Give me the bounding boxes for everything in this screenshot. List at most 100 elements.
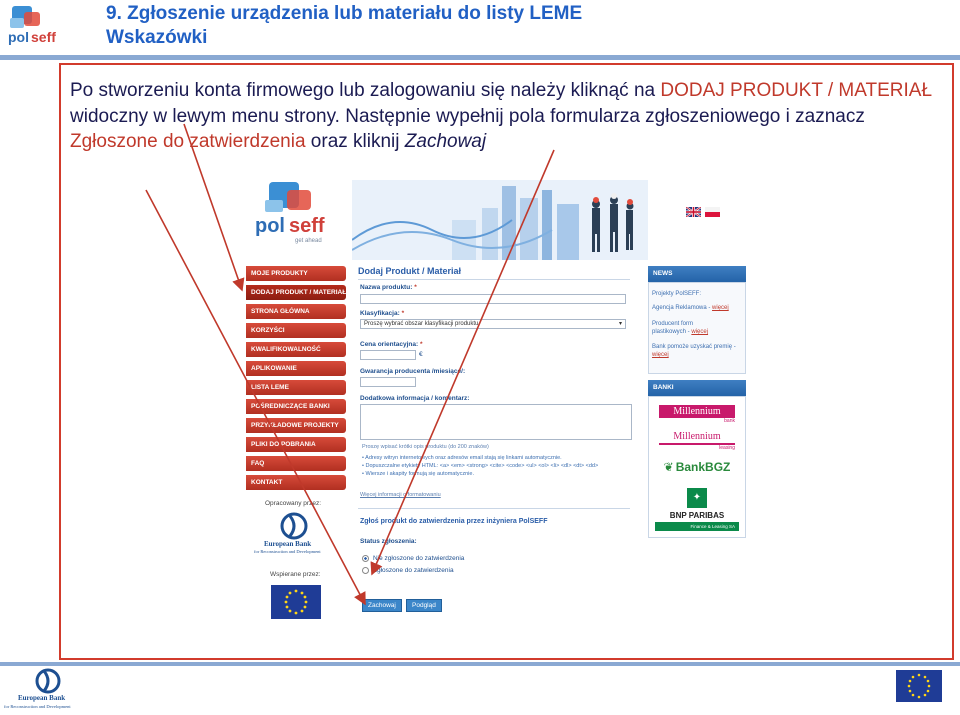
prepared-by-label: Opracowany przez: [265,500,321,507]
char-limit-hint: Proszę wpisać krótki opis produktu (do 2… [362,444,489,450]
eu-flag-icon [271,585,321,619]
instructions-highlight-submitted: Zgłoszone do zatwierdzenia [70,131,306,152]
slide-title: 9. Zgłoszenie urządzenia lub materiału d… [106,2,582,50]
radio-unselected-icon[interactable] [362,567,369,574]
bank-name: Millennium [659,430,735,445]
sidebar-item[interactable]: DODAJ PRODUKT / MATERIAŁ [246,285,346,300]
sidebar-item[interactable]: LISTA LEME [246,380,346,395]
formatting-tip: • Adresy witryn internetowych oraz adres… [362,454,632,462]
product-name-input[interactable] [360,294,626,304]
form-title-divider [358,279,630,280]
bank-name: Millennium [659,404,735,418]
sidebar-item[interactable]: POŚREDNICZĄCE BANKI [246,399,346,414]
classification-select[interactable]: Proszę wybrać obszar klasyfikacji produk… [360,319,626,329]
polish-flag-icon[interactable] [705,207,720,217]
price-input[interactable] [360,350,416,360]
svg-text:seff: seff [31,29,56,45]
chevron-down-icon: ▾ [618,321,622,327]
status-option-label: Zgłoszone do zatwierdzenia [373,567,454,574]
millennium-bank-logo[interactable]: Millennium bank [652,402,742,426]
english-flag-icon[interactable] [686,207,701,217]
formatting-tips: • Adresy witryn internetowych oraz adres… [362,454,632,478]
bnp-stars-icon: ✦ [687,487,707,508]
slide-title-line2: Wskazówki [106,27,208,48]
sidebar-item[interactable]: KORZYŚCI [246,323,346,338]
formatting-tip-text: Dopuszczalne etykiety HTML: <a> <em> <st… [365,463,599,469]
instructions-part2: widoczny w lewym menu strony. Następnie … [70,105,865,127]
formatting-tip-text: Adresy witryn internetowych oraz adresów… [365,455,562,461]
news-header: NEWS [648,266,746,282]
form-title: Dodaj Produkt / Materiał [358,266,462,276]
formatting-tip: • Wiersze i akapity formują się automaty… [362,470,632,478]
svg-text:pol: pol [8,29,29,45]
sidebar-menu: MOJE PRODUKTY DODAJ PRODUKT / MATERIAŁ STR… [246,266,346,494]
news-item: Projekty PolSEFF: [652,291,702,297]
formatting-info-link[interactable]: Więcej informacji o formatowaniu [360,492,441,499]
polseff-slide-logo: pol seff [6,4,62,50]
svg-text:seff: seff [289,215,325,237]
radio-selected-icon[interactable] [362,555,369,562]
footer-eu-flag-icon [896,670,942,702]
warranty-input[interactable] [360,377,416,387]
footer-rule [0,662,960,666]
polseff-site-logo[interactable]: pol seff get ahead [251,180,343,246]
status-option-not-submitted[interactable]: Nie zgłoszone do zatwierdzenia [362,555,464,562]
instructions-highlight-add-product: DODAJ PRODUKT / MATERIAŁ [660,80,933,101]
bank-name: BNP PARIBAS [669,510,725,520]
sidebar-item[interactable]: MOJE PRODUKTY [246,266,346,281]
classification-select-value: Proszę wybrać obszar klasyfikacji produk… [364,321,479,327]
preview-button[interactable]: Podgląd [406,599,442,612]
sidebar-item[interactable]: PLIKI DO POBRANIA [246,437,346,452]
instructions-text: Po stworzeniu konta firmowego lub zalogo… [70,78,940,155]
status-option-submitted[interactable]: Zgłoszone do zatwierdzenia [362,567,454,574]
bank-sub: Finance & Leasing SA [655,521,739,531]
sidebar-item[interactable]: FAQ [246,456,346,471]
sidebar-item[interactable]: STRONA GŁÓWNA [246,304,346,319]
status-option-label: Nie zgłoszone do zatwierdzenia [373,555,465,562]
supported-by-label: Wspierane przez: [270,571,321,578]
extra-info-textarea[interactable] [360,404,632,440]
product-name-label: Nazwa produktu: * [360,284,417,291]
bank-sub: bank [724,417,735,424]
submit-section-title: Zgłoś produkt do zatwierdzenia przez inż… [360,518,548,525]
classification-label: Klasyfikacja: * [360,310,405,317]
svg-text:get ahead: get ahead [295,238,322,244]
ebrd-subtitle: for Reconstruction and Development [254,549,321,554]
bgz-leaf-icon: ❦ [663,460,674,474]
svg-text:pol: pol [255,215,285,237]
bnp-paribas-logo[interactable]: ✦ BNP PARIBAS Finance & Leasing SA [652,484,742,534]
bank-bgz-logo[interactable]: ❦ BankBGZ [652,456,742,478]
header-rule [0,55,960,60]
save-button[interactable]: Zachowaj [362,599,402,612]
ebrd-logo: European Bank for Reconstruction and Dev… [254,512,334,560]
news-item[interactable]: Producent form plastikowych - więcej [652,320,722,336]
ebrd-name: European Bank [264,540,312,548]
sidebar-item[interactable]: KWALIFIKOWALNOŚĆ [246,342,346,357]
slide-title-line1: 9. Zgłoszenie urządzenia lub materiału d… [106,3,583,24]
news-item[interactable]: Bank pomoże uzyskać premię - więcej [652,343,744,359]
instructions-part1: Po stworzeniu konta firmowego lub zalogo… [70,80,661,101]
extra-info-label: Dodatkowa informacja / komentarz: [360,395,470,402]
formatting-tip-text: Wiersze i akapity formują się automatycz… [365,471,474,477]
sidebar-item[interactable]: KONTAKT [246,475,346,490]
sidebar-item[interactable]: APLIKOWANIE [246,361,346,376]
millennium-leasing-logo[interactable]: Millennium leasing [652,428,742,452]
news-item[interactable]: Agencja Reklamowa - więcej [652,304,744,312]
banks-header: BANKI [648,380,746,396]
status-label: Status zgłoszenia: [360,538,417,545]
submit-section-divider [358,508,630,509]
sidebar-item[interactable]: PRZYKŁADOWE PROJEKTY [246,418,346,433]
price-label: Cena orientacyjna: * [360,341,423,348]
currency-symbol: € [419,351,423,358]
language-flags [686,207,720,217]
bank-sub: leasing [719,444,735,451]
formatting-tip: • Dopuszczalne etykiety HTML: <a> <em> <… [362,462,632,470]
footer-ebrd-logo: European Bank for Reconstruction and Dev… [4,668,94,712]
instructions-highlight-save: Zachowaj [404,131,487,152]
bank-name: BankBGZ [675,460,731,474]
warranty-label: Gwarancja producenta /miesiące/: [360,368,466,375]
footer-ebrd-name: European Bank [18,694,66,702]
footer-ebrd-subtitle: for Reconstruction and Development [4,704,71,709]
city-banner [351,180,648,260]
instructions-part3: oraz kliknij [305,131,405,152]
